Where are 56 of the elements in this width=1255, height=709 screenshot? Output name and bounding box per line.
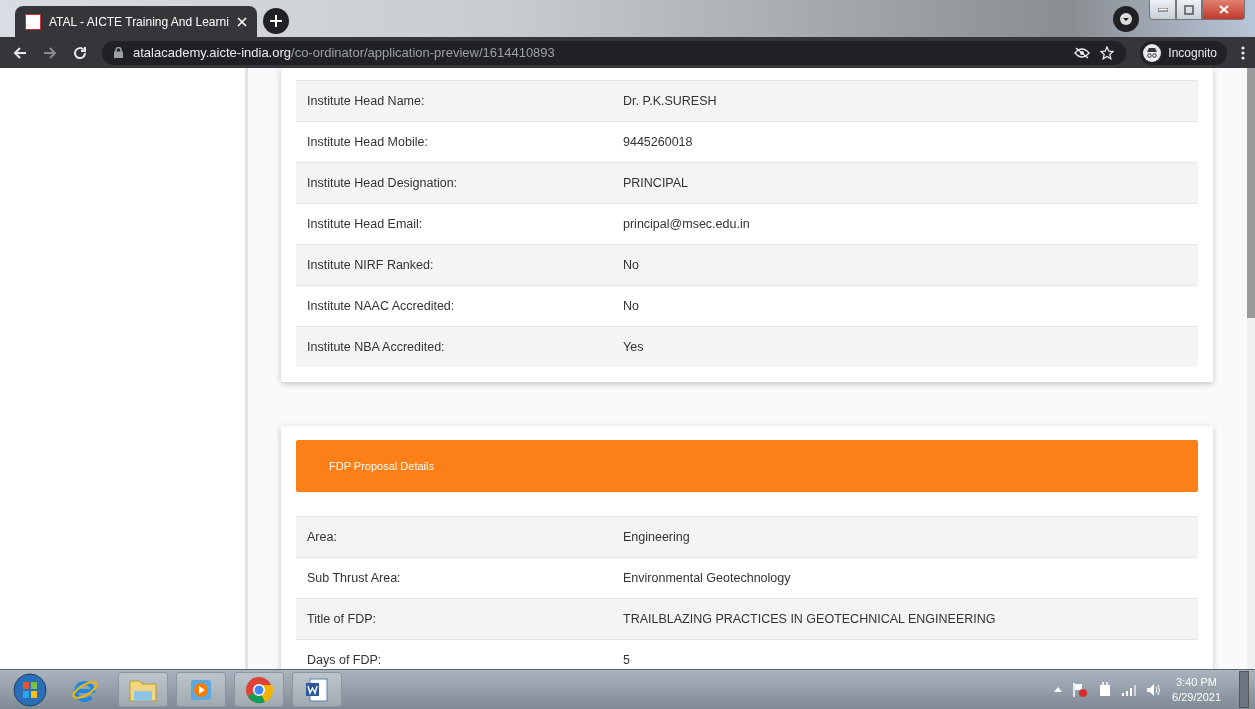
- show-hidden-icons-icon[interactable]: [1054, 687, 1063, 692]
- chrome-icon[interactable]: [234, 672, 284, 707]
- field-label: Institute Head Mobile:: [306, 135, 429, 149]
- field-value: TRAILBLAZING PRACTICES IN GEOTECHNICAL ENGINEERING: [623, 612, 996, 626]
- maximize-icon: [1184, 4, 1194, 15]
- field-label: Sub Thrust Area:: [306, 571, 402, 585]
- reload-button[interactable]: [72, 44, 88, 61]
- field-label: Institute NIRF Ranked:: [306, 258, 435, 272]
- field-label: Institute NAAC Accredited:: [306, 299, 456, 313]
- field-value: Environmental Geotechnology: [623, 571, 791, 585]
- url-field[interactable]: atalacademy.aicte-india.org/co-ordinator/application-preview/1614410893: [102, 40, 1127, 65]
- back-button[interactable]: [12, 44, 28, 61]
- power-plug-icon[interactable]: [1098, 681, 1113, 698]
- lock-icon: [114, 47, 123, 58]
- field-label: Institute Head Designation:: [306, 176, 459, 190]
- speaker-icon[interactable]: [1146, 682, 1163, 697]
- new-tab-button[interactable]: [262, 8, 289, 34]
- close-icon[interactable]: [236, 16, 247, 27]
- field-value: Engineering: [623, 530, 690, 544]
- field-label: Institute Head Name:: [306, 94, 426, 108]
- field-value: No: [623, 299, 639, 313]
- signal-bars-icon[interactable]: [1122, 683, 1137, 696]
- field-label: Institute NBA Accredited:: [306, 340, 446, 354]
- field-value: Yes: [623, 340, 644, 354]
- field-value: PRINCIPAL: [623, 176, 689, 190]
- field-value: No: [623, 258, 639, 272]
- browser-tab[interactable]: ATAL - AICTE Training And Learni: [15, 6, 257, 37]
- minimize-button[interactable]: [1149, 0, 1176, 20]
- incognito-icon: [1143, 43, 1162, 62]
- field-value: 9445260018: [623, 135, 693, 149]
- star-icon[interactable]: [1100, 45, 1115, 60]
- field-label: Area:: [306, 530, 338, 544]
- caret-down-icon: [1119, 12, 1133, 26]
- field-label: Institute Head Email:: [306, 217, 424, 231]
- scrollbar-thumb[interactable]: [1247, 68, 1255, 318]
- field-label: Days of FDP:: [306, 653, 383, 667]
- close-icon: [1218, 5, 1229, 14]
- forward-button[interactable]: [42, 44, 58, 61]
- tab-search-button[interactable]: [1113, 6, 1139, 32]
- flag-error-icon[interactable]: [1072, 681, 1089, 698]
- minimize-icon: [1157, 7, 1168, 12]
- field-value: principal@msec.edu.in: [623, 217, 750, 231]
- incognito-profile-button[interactable]: Incognito: [1140, 40, 1227, 65]
- folder-icon[interactable]: [118, 672, 168, 707]
- maximize-button[interactable]: [1176, 0, 1202, 20]
- scrollbar[interactable]: [1247, 68, 1255, 669]
- document-w-icon[interactable]: [292, 672, 342, 707]
- field-label: Title of FDP:: [306, 612, 377, 626]
- plus-icon: [268, 14, 283, 28]
- field-value: 5: [623, 653, 630, 667]
- close-button[interactable]: [1202, 0, 1245, 20]
- eye-off-icon[interactable]: [1074, 46, 1091, 59]
- site-favicon-icon: [25, 13, 41, 30]
- field-value: Dr. P.K.SURESH: [623, 94, 717, 108]
- more-menu-button[interactable]: [1241, 45, 1245, 60]
- section-title: FDP Proposal Details: [329, 460, 434, 472]
